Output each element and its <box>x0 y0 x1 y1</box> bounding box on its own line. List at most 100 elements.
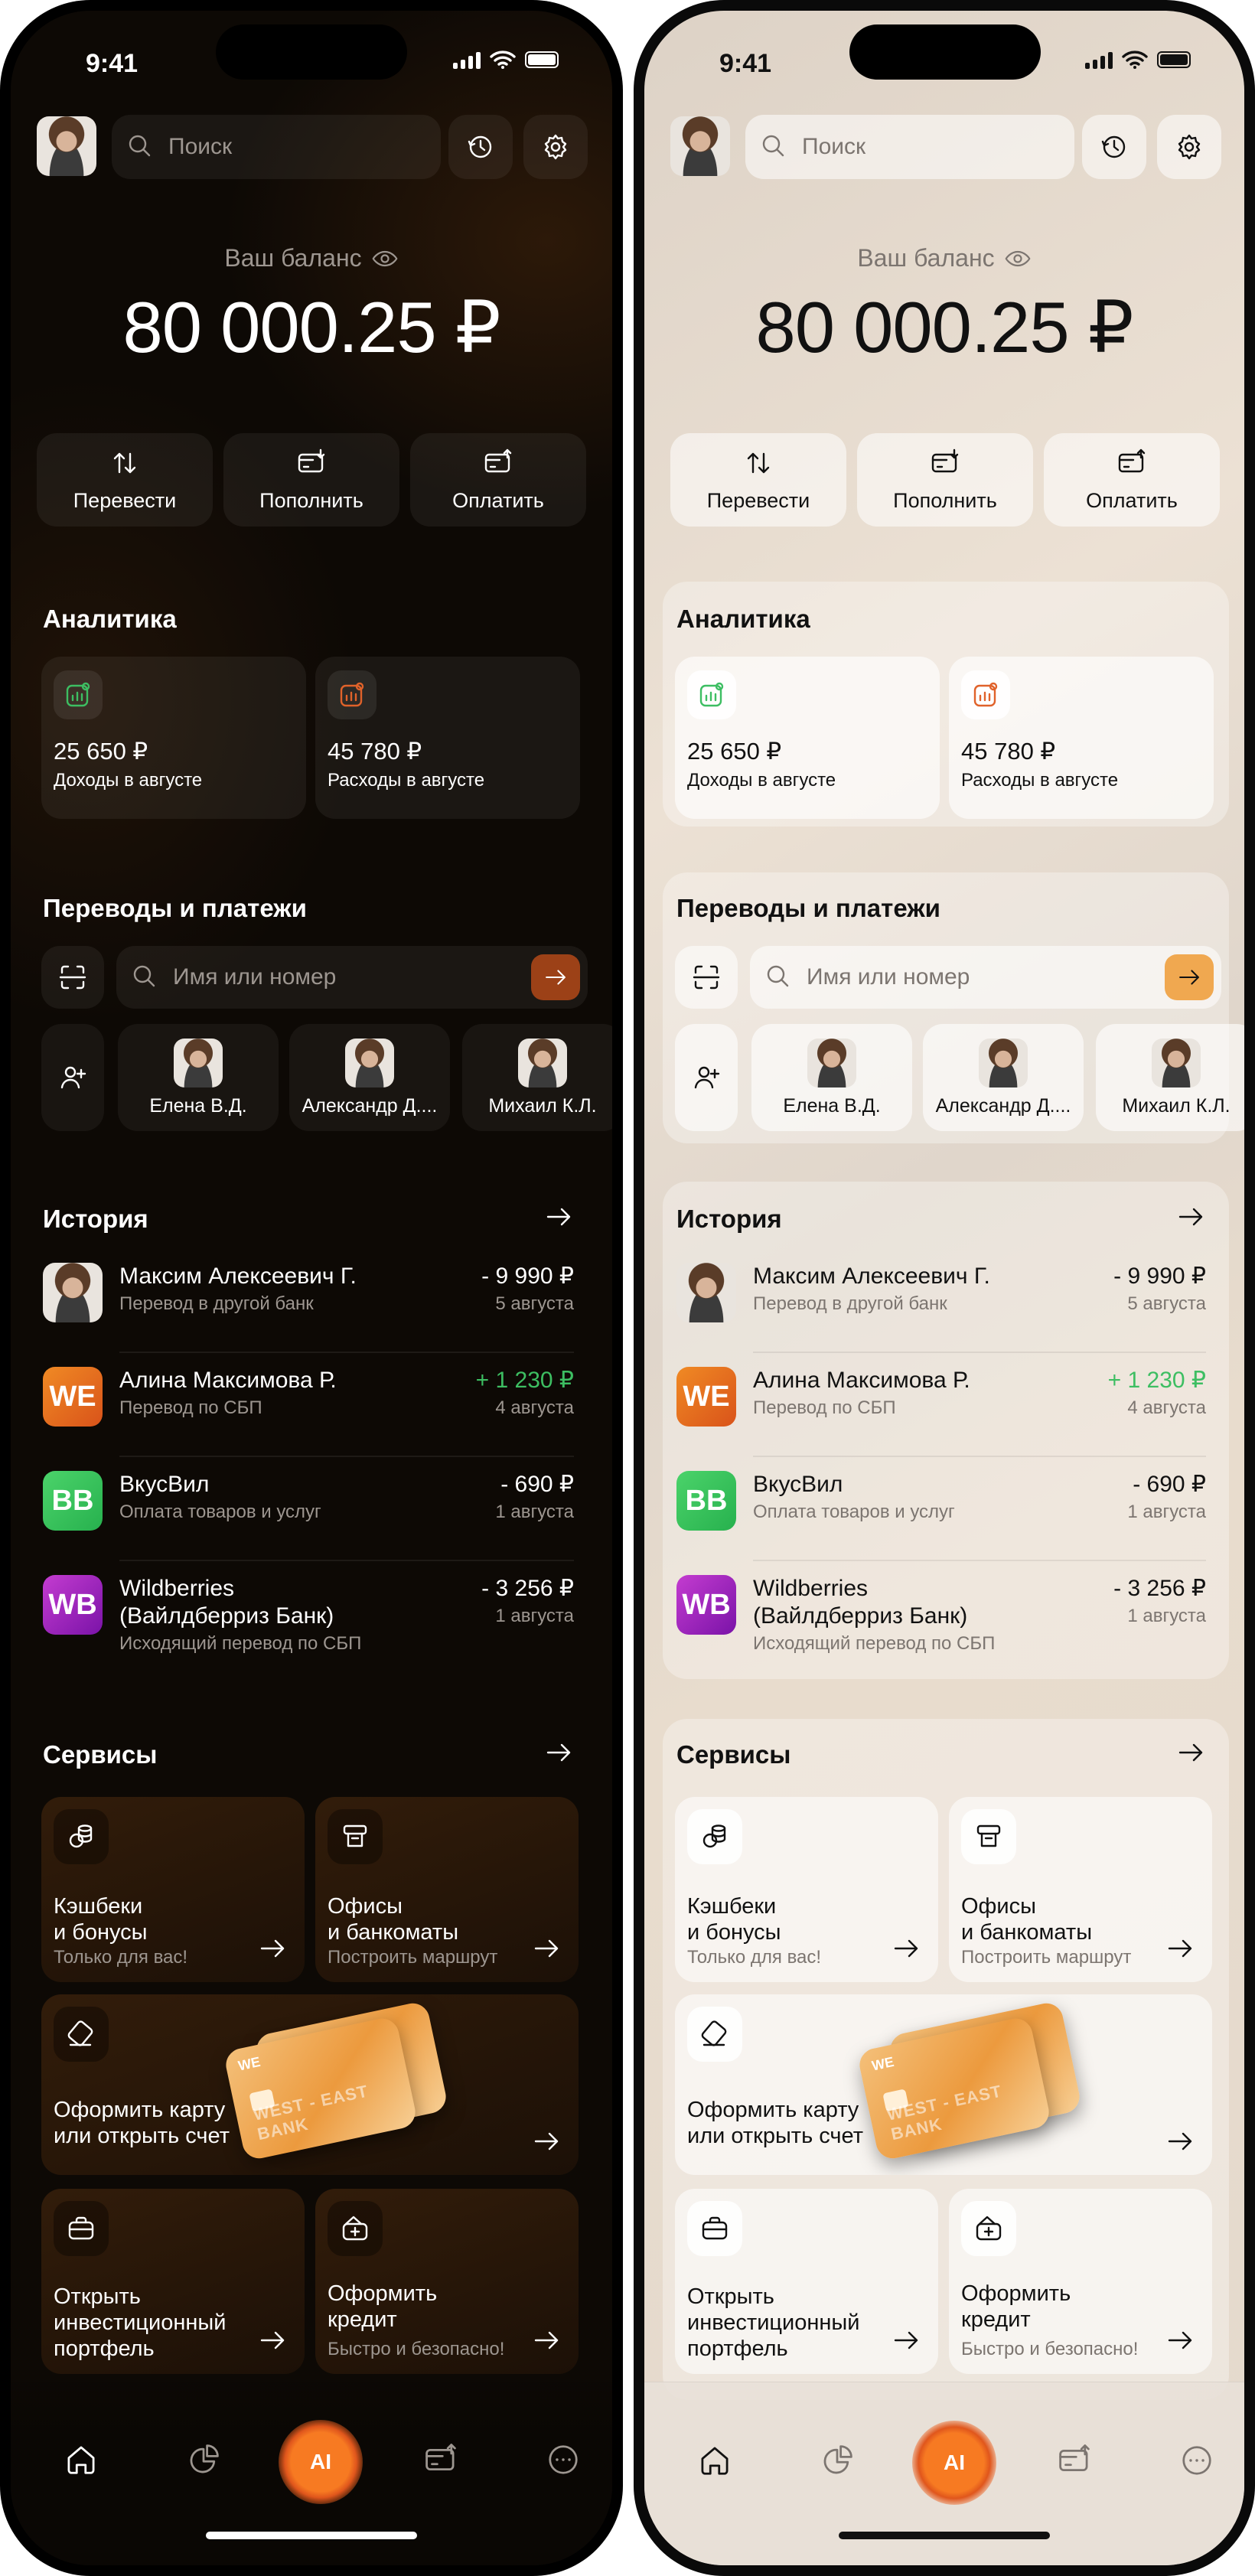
analytics-income-card[interactable]: 25 650 ₽ Доходы в августе <box>41 657 306 819</box>
gear-icon <box>540 132 571 162</box>
history-desc: Перевод по СБП <box>753 1397 896 1418</box>
divider <box>753 1560 1206 1561</box>
tab-pie[interactable] <box>805 2428 869 2493</box>
arrow-right-icon <box>257 2325 288 2356</box>
search-input[interactable]: Поиск <box>745 115 1074 179</box>
ai-assistant-button[interactable]: AI <box>279 2420 363 2504</box>
service-tile[interactable]: Открыть инвестиционный портфель <box>675 2189 938 2374</box>
history-more-button[interactable] <box>1175 1202 1206 1232</box>
analytics-expense-card[interactable]: 45 780 ₽ Расходы в августе <box>315 657 580 819</box>
chart-icon <box>687 670 736 719</box>
merchant-logo: WB <box>43 1575 103 1635</box>
tab-card-out[interactable] <box>409 2428 473 2492</box>
history-button[interactable] <box>448 115 513 179</box>
tab-home[interactable] <box>49 2428 113 2492</box>
action-1-button[interactable]: Пополнить <box>223 433 399 527</box>
bank-card-image: WEWEST - EAST BANK <box>856 2015 1052 2162</box>
profile-avatar[interactable] <box>37 116 96 176</box>
contact-chip[interactable]: Елена В.Д. <box>751 1024 912 1131</box>
history-row[interactable]: WB Wildberries (Вайлдберриз Банк) Исходящи… <box>676 1575 1206 1679</box>
action-2-button[interactable]: Оплатить <box>410 433 586 527</box>
contact-chip[interactable]: Елена В.Д. <box>118 1024 279 1131</box>
service-tile[interactable]: WEWEST - EAST BANKWEWEST - EAST BANKОфор… <box>41 1994 579 2175</box>
action-1-button[interactable]: Пополнить <box>857 433 1033 527</box>
search-input[interactable]: Поиск <box>112 115 441 179</box>
history-desc: Перевод по СБП <box>119 1397 262 1418</box>
status-time: 9:41 <box>86 49 139 78</box>
settings-button[interactable] <box>523 115 588 179</box>
arrows-up-down-icon <box>109 448 140 478</box>
tab-chat[interactable] <box>531 2428 595 2492</box>
service-title: Оформить карту или открыть счет <box>687 2098 863 2148</box>
add-contact-icon <box>691 1062 722 1093</box>
scan-button[interactable] <box>41 946 104 1009</box>
action-label: Пополнить <box>893 488 997 512</box>
analytics-income-card[interactable]: 25 650 ₽ Доходы в августе <box>675 657 940 819</box>
eye-icon[interactable] <box>371 245 399 272</box>
contact-avatar <box>979 1038 1028 1087</box>
tab-chat[interactable] <box>1165 2428 1229 2493</box>
settings-button[interactable] <box>1157 115 1221 179</box>
pie-icon <box>186 2442 221 2477</box>
search-icon <box>759 132 790 162</box>
services-more-button[interactable] <box>1175 1737 1206 1768</box>
contact-chip[interactable]: Александр Д.... <box>923 1024 1084 1131</box>
action-label: Оплатить <box>452 488 544 512</box>
light-theme-phone: 9:41 Поиск Ваш баланс 80 000.25 ₽ Перевести П… <box>634 0 1255 2576</box>
recipient-search-input[interactable]: Имя или номер <box>750 946 1221 1009</box>
history-more-button[interactable] <box>543 1202 574 1232</box>
history-icon <box>1099 132 1130 162</box>
history-desc: Оплата товаров и услуг <box>753 1502 955 1522</box>
history-date: 1 августа <box>1127 1502 1206 1522</box>
action-label: Перевести <box>706 488 810 512</box>
action-0-button[interactable]: Перевести <box>37 433 213 527</box>
arrow-right-icon <box>891 1933 921 1964</box>
service-tile[interactable]: WEWEST - EAST BANKWEWEST - EAST BANKОфор… <box>675 1994 1212 2175</box>
contact-chip[interactable]: Михаил К.Л. <box>462 1024 612 1131</box>
contact-chip[interactable]: Александр Д.... <box>289 1024 450 1131</box>
tab-pie[interactable] <box>171 2428 236 2492</box>
card-out-icon <box>1116 448 1147 478</box>
scan-button[interactable] <box>675 946 738 1009</box>
card-in-icon <box>930 448 960 478</box>
service-tile[interactable]: Офисы и банкоматы Построить маршрут <box>949 1797 1212 1982</box>
chart-icon <box>961 670 1010 719</box>
send-button[interactable] <box>1165 954 1214 1000</box>
profile-avatar[interactable] <box>670 116 730 176</box>
analytics-amount: 25 650 ₽ <box>687 738 782 765</box>
action-0-button[interactable]: Перевести <box>670 433 846 527</box>
eye-icon[interactable] <box>1004 245 1032 272</box>
analytics-expense-card[interactable]: 45 780 ₽ Расходы в августе <box>949 657 1214 819</box>
contact-name: Михаил К.Л. <box>1122 1094 1231 1117</box>
service-tile[interactable]: Открыть инвестиционный портфель <box>41 2189 305 2374</box>
recipient-search-input[interactable]: Имя или номер <box>116 946 588 1009</box>
card-in-icon <box>296 448 327 478</box>
ai-assistant-button[interactable]: AI <box>912 2421 996 2505</box>
scan-icon <box>57 962 88 993</box>
contact-avatar <box>807 1038 856 1087</box>
add-contact-button[interactable] <box>675 1024 738 1131</box>
add-contact-button[interactable] <box>41 1024 104 1131</box>
contact-name: Александр Д.... <box>935 1094 1071 1117</box>
briefcase-icon <box>687 2201 742 2256</box>
analytics-amount: 45 780 ₽ <box>328 738 422 765</box>
service-tile[interactable]: Офисы и банкоматы Построить маршрут <box>315 1797 579 1982</box>
service-tile[interactable]: Оформить кредит Быстро и безопасно! <box>315 2189 579 2374</box>
service-tile[interactable]: Кэшбеки и бонусы Только для вас! <box>41 1797 305 1982</box>
contact-chip[interactable]: Михаил К.Л. <box>1096 1024 1244 1131</box>
search-placeholder: Поиск <box>168 134 233 159</box>
history-row[interactable]: WB Wildberries (Вайлдберриз Банк) Исходящи… <box>43 1575 574 1679</box>
action-label: Перевести <box>73 488 177 512</box>
history-amount: + 1 230 ₽ <box>475 1368 574 1393</box>
history-button[interactable] <box>1082 115 1146 179</box>
action-2-button[interactable]: Оплатить <box>1044 433 1220 527</box>
battery-icon <box>525 51 559 68</box>
tab-card-out[interactable] <box>1042 2428 1107 2493</box>
send-button[interactable] <box>531 954 580 1000</box>
services-more-button[interactable] <box>543 1737 574 1768</box>
chat-icon <box>546 2442 581 2477</box>
service-tile[interactable]: Оформить кредит Быстро и безопасно! <box>949 2189 1212 2374</box>
service-title: Оформить кредит <box>961 2281 1071 2332</box>
tab-home[interactable] <box>683 2428 747 2493</box>
service-tile[interactable]: Кэшбеки и бонусы Только для вас! <box>675 1797 938 1982</box>
